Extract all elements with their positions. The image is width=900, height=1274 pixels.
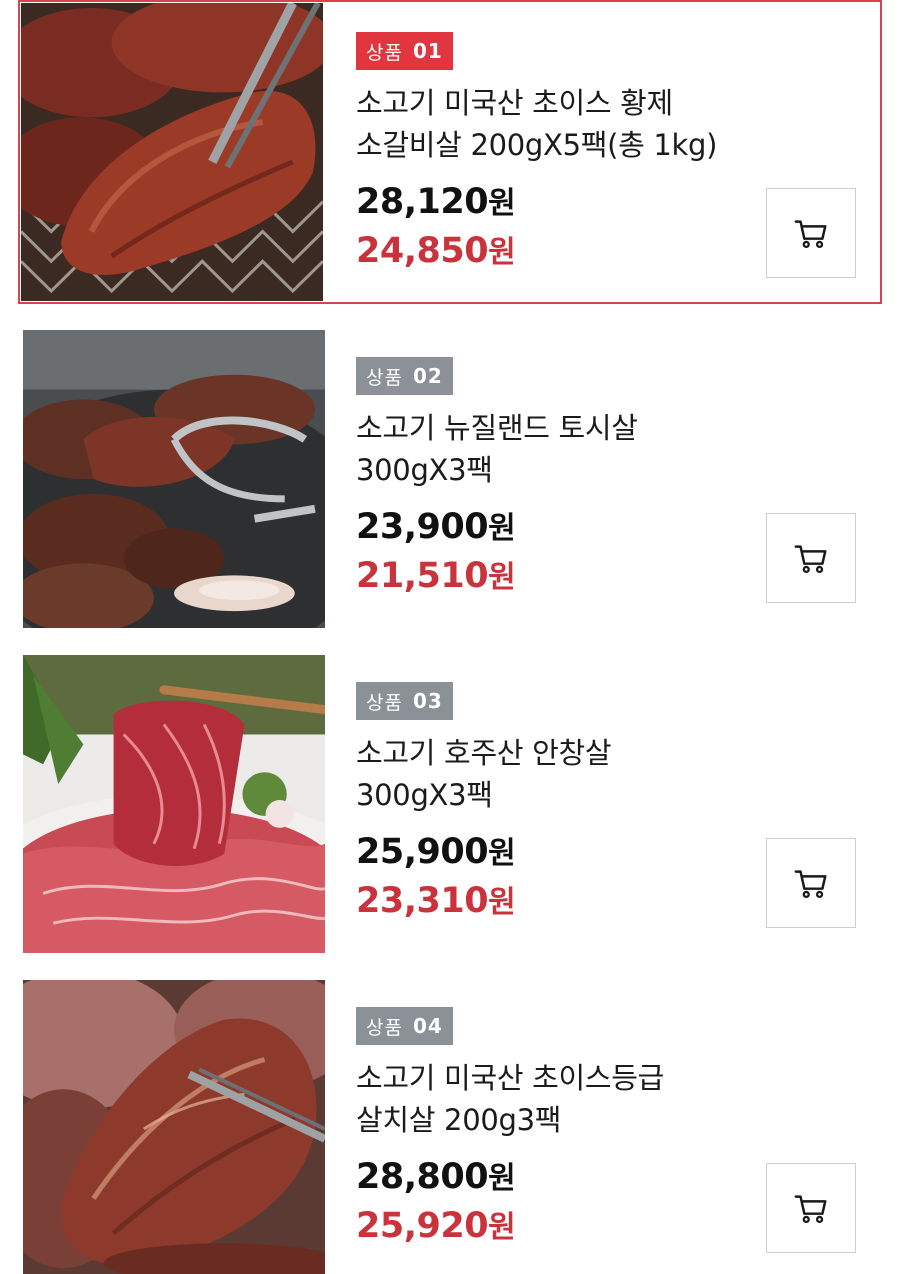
badge-label: 상품 — [366, 691, 403, 714]
original-price: 23,900원 — [356, 503, 516, 547]
currency-label: 원 — [488, 885, 516, 920]
sale-price-value: 23,310 — [356, 881, 489, 921]
cart-icon — [794, 1195, 827, 1224]
product-image[interactable] — [23, 655, 325, 953]
product-title-line1: 소고기 미국산 초이스등급 — [356, 1061, 665, 1095]
add-to-cart-button[interactable] — [766, 1163, 856, 1253]
product-title-line2: 300gX3팩 — [356, 453, 493, 487]
currency-label: 원 — [488, 560, 516, 595]
currency-label: 원 — [488, 836, 516, 871]
product-list: 상품 01 소고기 미국산 초이스 황제 소갈비살 200gX5팩(총 1kg)… — [0, 0, 900, 1274]
add-to-cart-button[interactable] — [766, 838, 856, 928]
product-title-line2: 소갈비살 200gX5팩(총 1kg) — [356, 128, 718, 162]
badge-label: 상품 — [366, 1016, 403, 1039]
badge-number: 01 — [412, 39, 443, 63]
sale-price-value: 21,510 — [356, 556, 489, 596]
product-card-03[interactable]: 상품 03 소고기 호주산 안창살 300gX3팩 25,900원 23,310… — [18, 650, 882, 954]
product-card-04[interactable]: 상품 04 소고기 미국산 초이스등급 살치살 200g3팩 28,800원 2… — [18, 975, 882, 1274]
product-title[interactable]: 소고기 뉴질랜드 토시살 300gX3팩 — [356, 407, 826, 491]
grilled-chuck-flap-image — [23, 980, 325, 1274]
product-number-badge: 상품 01 — [356, 32, 453, 70]
add-to-cart-button[interactable] — [766, 188, 856, 278]
product-title-line1: 소고기 호주산 안창살 — [356, 736, 612, 770]
cart-icon — [794, 870, 827, 899]
sale-price: 24,850원 — [356, 227, 516, 271]
currency-label: 원 — [488, 186, 516, 221]
currency-label: 원 — [488, 511, 516, 546]
badge-label: 상품 — [366, 41, 403, 64]
add-to-cart-button[interactable] — [766, 513, 856, 603]
original-price-value: 23,900 — [356, 507, 489, 547]
sale-price-value: 25,920 — [356, 1206, 489, 1246]
cart-icon — [794, 220, 827, 249]
product-number-badge: 상품 04 — [356, 1007, 453, 1045]
original-price-value: 25,900 — [356, 832, 489, 872]
product-number-badge: 상품 02 — [356, 357, 453, 395]
original-price-value: 28,800 — [356, 1157, 489, 1197]
product-card-02[interactable]: 상품 02 소고기 뉴질랜드 토시살 300gX3팩 23,900원 21,51… — [18, 325, 882, 629]
badge-number: 04 — [412, 1014, 443, 1038]
currency-label: 원 — [488, 235, 516, 270]
product-image[interactable] — [23, 330, 325, 628]
original-price: 28,800원 — [356, 1153, 516, 1197]
product-title[interactable]: 소고기 미국산 초이스등급 살치살 200g3팩 — [356, 1057, 826, 1141]
product-title-line1: 소고기 미국산 초이스 황제 — [356, 86, 673, 120]
product-title-line2: 살치살 200g3팩 — [356, 1103, 562, 1137]
sale-price: 23,310원 — [356, 877, 516, 921]
cart-icon — [794, 545, 827, 574]
original-price: 28,120원 — [356, 178, 516, 222]
grilled-tenderloin-image — [23, 330, 325, 628]
product-image[interactable] — [23, 980, 325, 1274]
sale-price-value: 24,850 — [356, 231, 489, 271]
product-number-badge: 상품 03 — [356, 682, 453, 720]
product-title-line1: 소고기 뉴질랜드 토시살 — [356, 411, 638, 445]
currency-label: 원 — [488, 1210, 516, 1245]
original-price: 25,900원 — [356, 828, 516, 872]
product-title-line2: 300gX3팩 — [356, 778, 493, 812]
product-title[interactable]: 소고기 호주산 안창살 300gX3팩 — [356, 732, 826, 816]
raw-skirt-steak-image — [23, 655, 325, 953]
grilled-rib-image — [21, 3, 323, 301]
product-title[interactable]: 소고기 미국산 초이스 황제 소갈비살 200gX5팩(총 1kg) — [356, 82, 826, 166]
badge-number: 02 — [412, 364, 443, 388]
original-price-value: 28,120 — [356, 182, 489, 222]
currency-label: 원 — [488, 1161, 516, 1196]
badge-label: 상품 — [366, 366, 403, 389]
sale-price: 25,920원 — [356, 1202, 516, 1246]
sale-price: 21,510원 — [356, 552, 516, 596]
badge-number: 03 — [412, 689, 443, 713]
product-image[interactable] — [21, 3, 323, 301]
product-card-01[interactable]: 상품 01 소고기 미국산 초이스 황제 소갈비살 200gX5팩(총 1kg)… — [18, 0, 882, 304]
